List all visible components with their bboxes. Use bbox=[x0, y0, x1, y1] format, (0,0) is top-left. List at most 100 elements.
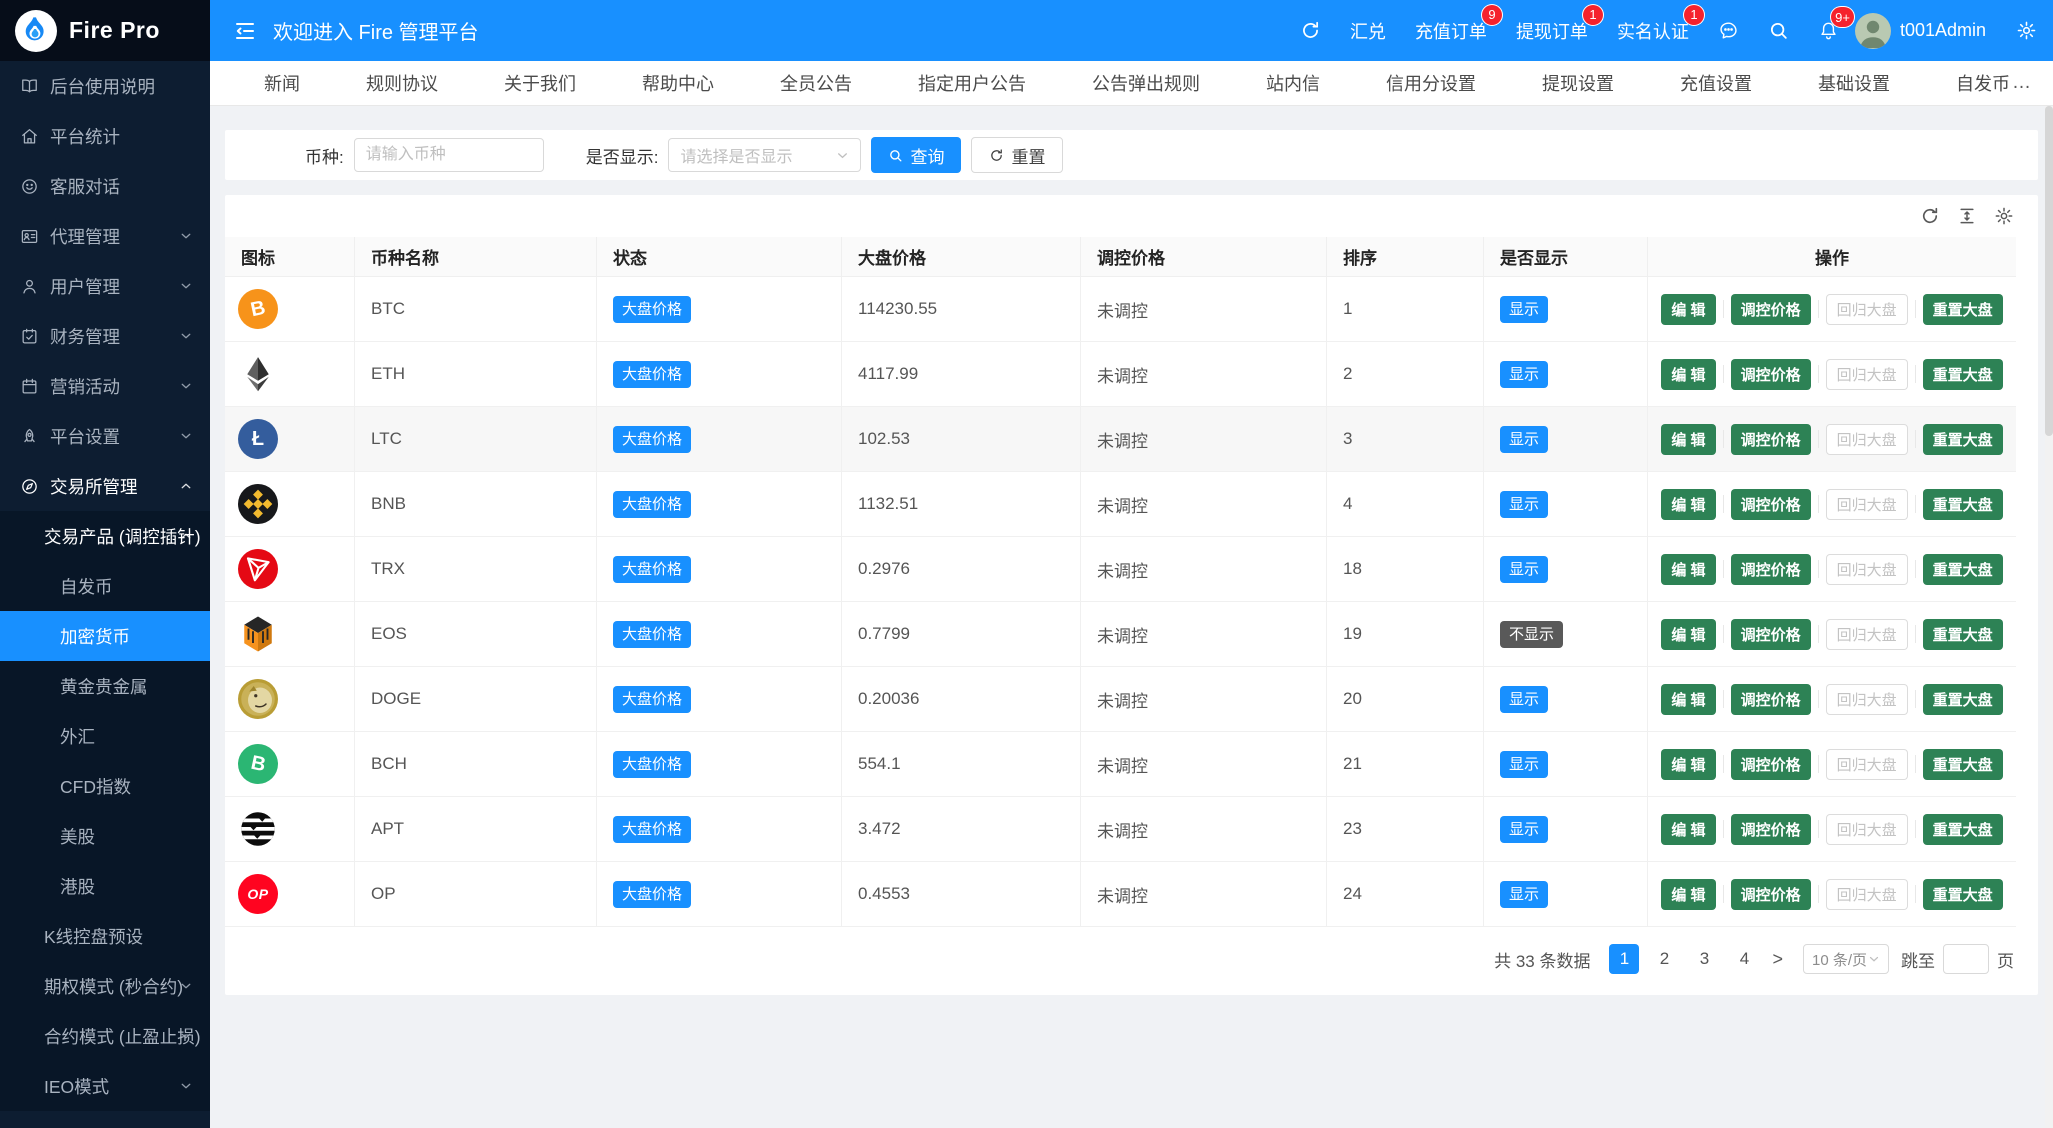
page-size-select[interactable]: 10 条/页 bbox=[1803, 944, 1889, 974]
sidebar-item-forex[interactable]: 外汇 bbox=[0, 711, 210, 761]
reset-market-button[interactable]: 重置大盘 bbox=[1923, 619, 2003, 650]
coin-filter-input[interactable] bbox=[354, 138, 544, 172]
menu-fold-icon[interactable] bbox=[233, 19, 257, 43]
gear-icon[interactable] bbox=[1994, 206, 2014, 226]
reset-market-button[interactable]: 重置大盘 bbox=[1923, 879, 2003, 910]
edit-button[interactable]: 编 辑 bbox=[1661, 879, 1715, 910]
tab-popup-rules[interactable]: 公告弹出规则 bbox=[1092, 61, 1200, 105]
tab-basic-settings[interactable]: 基础设置 bbox=[1818, 61, 1890, 105]
edit-button[interactable]: 编 辑 bbox=[1661, 294, 1715, 325]
visible-badge[interactable]: 显示 bbox=[1500, 816, 1548, 843]
sidebar-item-support-chat[interactable]: 客服对话 bbox=[0, 161, 210, 211]
reset-market-button[interactable]: 重置大盘 bbox=[1923, 294, 2003, 325]
edit-button[interactable]: 编 辑 bbox=[1661, 554, 1715, 585]
edit-button[interactable]: 编 辑 bbox=[1661, 619, 1715, 650]
header-item-exchange[interactable]: 汇兑 bbox=[1350, 18, 1386, 44]
visible-badge[interactable]: 显示 bbox=[1500, 686, 1548, 713]
tab-recharge-settings[interactable]: 充值设置 bbox=[1680, 61, 1752, 105]
adjust-price-button[interactable]: 调控价格 bbox=[1731, 294, 1811, 325]
tab-all-announcement[interactable]: 全员公告 bbox=[780, 61, 852, 105]
page-scrollbar[interactable] bbox=[2045, 106, 2053, 1128]
tab-self-coin[interactable]: 自发币 bbox=[1956, 61, 2010, 105]
adjust-price-button[interactable]: 调控价格 bbox=[1731, 359, 1811, 390]
reset-market-button[interactable]: 重置大盘 bbox=[1923, 684, 2003, 715]
sidebar-item-finance-management[interactable]: 财务管理 bbox=[0, 311, 210, 361]
scrollbar-thumb[interactable] bbox=[2045, 106, 2053, 436]
tab-about-us[interactable]: 关于我们 bbox=[504, 61, 576, 105]
header-item-recharge-orders[interactable]: 充值订单9 bbox=[1415, 18, 1487, 44]
tab-user-announcement[interactable]: 指定用户公告 bbox=[918, 61, 1026, 105]
edit-button[interactable]: 编 辑 bbox=[1661, 424, 1715, 455]
adjust-price-button[interactable]: 调控价格 bbox=[1731, 749, 1811, 780]
page-button-4[interactable]: 4 bbox=[1729, 944, 1759, 974]
visible-badge[interactable]: 不显示 bbox=[1500, 621, 1563, 648]
tab-rules-agreement[interactable]: 规则协议 bbox=[366, 61, 438, 105]
tab-help-center[interactable]: 帮助中心 bbox=[642, 61, 714, 105]
tab-credit-settings[interactable]: 信用分设置 bbox=[1386, 61, 1476, 105]
user-menu[interactable]: t001Admin bbox=[1855, 13, 1986, 49]
page-button-1[interactable]: 1 bbox=[1609, 944, 1639, 974]
edit-button[interactable]: 编 辑 bbox=[1661, 749, 1715, 780]
visible-badge[interactable]: 显示 bbox=[1500, 426, 1548, 453]
sidebar-item-platform-settings[interactable]: 平台设置 bbox=[0, 411, 210, 461]
tab-site-mail[interactable]: 站内信 bbox=[1266, 61, 1320, 105]
page-button-2[interactable]: 2 bbox=[1649, 944, 1679, 974]
search-button[interactable]: 查询 bbox=[871, 137, 961, 173]
reset-market-button[interactable]: 重置大盘 bbox=[1923, 749, 2003, 780]
adjust-price-button[interactable]: 调控价格 bbox=[1731, 814, 1811, 845]
visible-badge[interactable]: 显示 bbox=[1500, 361, 1548, 388]
visible-badge[interactable]: 显示 bbox=[1500, 881, 1548, 908]
reset-button[interactable]: 重置 bbox=[971, 137, 1063, 173]
sidebar-item-option-mode[interactable]: 期权模式 (秒合约) bbox=[0, 961, 210, 1011]
edit-button[interactable]: 编 辑 bbox=[1661, 684, 1715, 715]
adjust-price-button[interactable]: 调控价格 bbox=[1731, 554, 1811, 585]
visible-badge[interactable]: 显示 bbox=[1500, 491, 1548, 518]
sidebar-item-exchange-management[interactable]: 交易所管理 bbox=[0, 461, 210, 511]
page-button-3[interactable]: 3 bbox=[1689, 944, 1719, 974]
tab-more-button[interactable]: … bbox=[2012, 72, 2033, 94]
adjust-price-button[interactable]: 调控价格 bbox=[1731, 619, 1811, 650]
header-item-search[interactable] bbox=[1768, 20, 1789, 41]
edit-button[interactable]: 编 辑 bbox=[1661, 489, 1715, 520]
sidebar-item-trade-products[interactable]: 交易产品 (调控插针) bbox=[0, 511, 210, 561]
sidebar-item-agent-management[interactable]: 代理管理 bbox=[0, 211, 210, 261]
sidebar-item-gold-metals[interactable]: 黄金贵金属 bbox=[0, 661, 210, 711]
edit-button[interactable]: 编 辑 bbox=[1661, 814, 1715, 845]
sidebar-item-marketing[interactable]: 营销活动 bbox=[0, 361, 210, 411]
adjust-price-button[interactable]: 调控价格 bbox=[1731, 684, 1811, 715]
sidebar-item-ieo-mode[interactable]: IEO模式 bbox=[0, 1061, 210, 1111]
sidebar-item-kline-preset[interactable]: K线控盘预设 bbox=[0, 911, 210, 961]
visible-badge[interactable]: 显示 bbox=[1500, 751, 1548, 778]
header-item-chat[interactable] bbox=[1718, 20, 1739, 41]
adjust-price-button[interactable]: 调控价格 bbox=[1731, 879, 1811, 910]
sidebar-item-us-stocks[interactable]: 美股 bbox=[0, 811, 210, 861]
reset-market-button[interactable]: 重置大盘 bbox=[1923, 814, 2003, 845]
reload-icon[interactable] bbox=[1920, 206, 1940, 226]
sidebar-item-platform-stats[interactable]: 平台统计 bbox=[0, 111, 210, 161]
sidebar-item-crypto[interactable]: 加密货币 bbox=[0, 611, 210, 661]
header-item-notifications[interactable]: 9+ bbox=[1818, 20, 1839, 41]
tab-news[interactable]: 新闻 bbox=[264, 61, 300, 105]
page-jump-input[interactable] bbox=[1943, 944, 1989, 974]
visible-filter-select[interactable]: 请选择是否显示 bbox=[668, 138, 861, 172]
sidebar-item-contract-mode[interactable]: 合约模式 (止盈止损) bbox=[0, 1011, 210, 1061]
reset-market-button[interactable]: 重置大盘 bbox=[1923, 489, 2003, 520]
sidebar-item-self-coin[interactable]: 自发币 bbox=[0, 561, 210, 611]
sidebar-item-hk-stocks[interactable]: 港股 bbox=[0, 861, 210, 911]
visible-badge[interactable]: 显示 bbox=[1500, 556, 1548, 583]
adjust-price-button[interactable]: 调控价格 bbox=[1731, 489, 1811, 520]
adjust-price-button[interactable]: 调控价格 bbox=[1731, 424, 1811, 455]
sidebar-item-user-management[interactable]: 用户管理 bbox=[0, 261, 210, 311]
settings-gear-icon[interactable] bbox=[2016, 20, 2037, 41]
next-page-button[interactable]: > bbox=[1772, 949, 1783, 970]
edit-button[interactable]: 编 辑 bbox=[1661, 359, 1715, 390]
reset-market-button[interactable]: 重置大盘 bbox=[1923, 554, 2003, 585]
sidebar-item-cfd-index[interactable]: CFD指数 bbox=[0, 761, 210, 811]
reset-market-button[interactable]: 重置大盘 bbox=[1923, 424, 2003, 455]
tab-withdraw-settings[interactable]: 提现设置 bbox=[1542, 61, 1614, 105]
visible-badge[interactable]: 显示 bbox=[1500, 296, 1548, 323]
column-height-icon[interactable] bbox=[1957, 206, 1977, 226]
sidebar-item-usage-guide[interactable]: 后台使用说明 bbox=[0, 61, 210, 111]
header-item-kyc[interactable]: 实名认证1 bbox=[1617, 18, 1689, 44]
reset-market-button[interactable]: 重置大盘 bbox=[1923, 359, 2003, 390]
